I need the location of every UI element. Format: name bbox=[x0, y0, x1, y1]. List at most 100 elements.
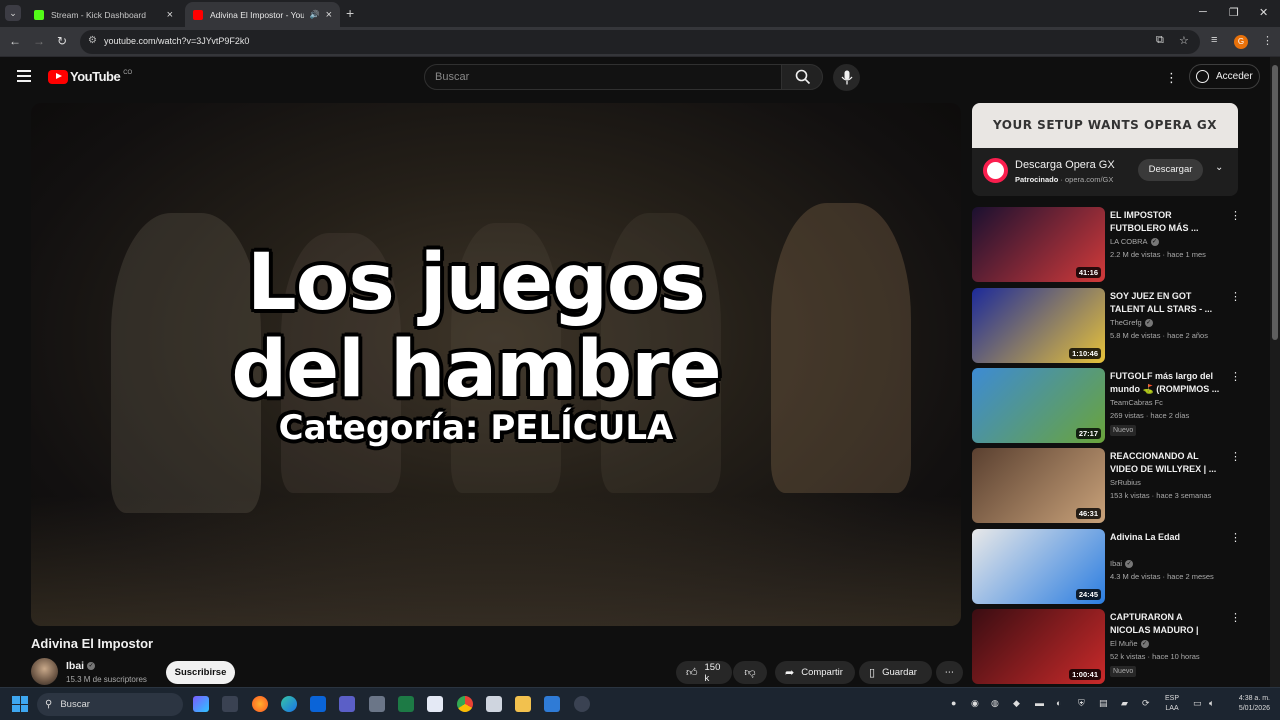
photos-icon[interactable] bbox=[427, 696, 443, 712]
volume-icon[interactable]: 🔈︎ bbox=[1209, 698, 1214, 709]
ad-card[interactable]: YOUR SETUP WANTS OPERA GX Descarga Opera… bbox=[972, 103, 1238, 196]
more-actions-button[interactable]: ⋯ bbox=[936, 661, 963, 684]
more-vertical-icon[interactable]: ⋮ bbox=[1230, 290, 1241, 303]
speaker-icon[interactable]: 🔊 bbox=[310, 10, 320, 19]
rec-channel[interactable]: Ibai ✓ bbox=[1110, 559, 1134, 569]
rec-channel[interactable]: SrRubius bbox=[1110, 478, 1141, 487]
video-thumbnail[interactable]: 27:17 bbox=[972, 368, 1105, 443]
channel-name[interactable]: Ibai ✓ bbox=[66, 660, 96, 672]
site-info-icon[interactable]: ⚙ bbox=[88, 35, 97, 46]
chevron-down-icon[interactable]: ⌄ bbox=[1215, 162, 1223, 173]
new-tab-button[interactable]: + bbox=[346, 6, 354, 20]
rec-title[interactable]: REACCIONANDO AL VIDEO DE WILLYREX | ... bbox=[1110, 450, 1222, 476]
chrome-tray-icon[interactable]: ◐ bbox=[1056, 698, 1061, 708]
media-controls-icon[interactable]: ≡ bbox=[1211, 34, 1217, 46]
profile-avatar[interactable]: G bbox=[1234, 35, 1248, 49]
search-input[interactable] bbox=[435, 71, 765, 83]
sync-icon[interactable]: ⟳ bbox=[1142, 698, 1150, 709]
like-button[interactable]: 👍︎ 150 k bbox=[676, 661, 732, 684]
rec-channel[interactable]: El Muñe ✓ bbox=[1110, 639, 1149, 649]
share-button[interactable]: ➦ Compartir bbox=[775, 661, 855, 684]
bookmark-star-icon[interactable]: ☆ bbox=[1179, 34, 1189, 47]
monitor-app-icon[interactable] bbox=[544, 696, 560, 712]
page-scrollbar[interactable] bbox=[1270, 57, 1280, 687]
nvidia-icon[interactable]: ▰ bbox=[1121, 698, 1128, 709]
store-icon[interactable] bbox=[222, 696, 238, 712]
close-tab-icon[interactable]: × bbox=[167, 9, 173, 21]
video-thumbnail[interactable]: 1:00:41 bbox=[972, 609, 1105, 684]
sign-in-button[interactable]: Acceder bbox=[1189, 64, 1260, 89]
recommendation-item[interactable]: 1:10:46 SOY JUEZ EN GOT TALENT ALL STARS … bbox=[972, 288, 1242, 364]
more-vertical-icon[interactable]: ⋮ bbox=[1230, 370, 1241, 383]
video-thumbnail[interactable]: 41:16 bbox=[972, 207, 1105, 282]
chrome-icon[interactable] bbox=[457, 696, 473, 712]
tray-app-icon-3[interactable]: ▬ bbox=[1035, 698, 1044, 708]
reload-icon[interactable]: ↻ bbox=[57, 34, 67, 48]
rec-channel[interactable]: LA COBRA ✓ bbox=[1110, 237, 1159, 247]
edge-icon[interactable] bbox=[281, 696, 297, 712]
back-icon[interactable]: ← bbox=[9, 34, 21, 48]
address-bar[interactable]: ⚙ youtube.com/watch?v=3JYvtP9F2k0 bbox=[80, 30, 1200, 54]
steam-icon[interactable]: ◉ bbox=[971, 698, 979, 709]
rec-channel[interactable]: TheGrefg ✓ bbox=[1110, 318, 1153, 328]
install-app-icon[interactable]: ⧉ bbox=[1156, 34, 1164, 47]
file-explorer-icon[interactable] bbox=[515, 696, 531, 712]
windows-start-icon[interactable] bbox=[12, 696, 28, 712]
copilot-icon[interactable] bbox=[193, 696, 209, 712]
tab-kick-dashboard[interactable]: Stream - Kick Dashboard × bbox=[26, 2, 181, 27]
chrome-menu-icon[interactable]: ⋮ bbox=[1262, 34, 1273, 47]
more-vertical-icon[interactable]: ⋮ bbox=[1230, 611, 1241, 624]
outlook-icon[interactable] bbox=[310, 696, 326, 712]
search-button[interactable] bbox=[781, 64, 823, 90]
minimize-button[interactable]: ─ bbox=[1199, 6, 1207, 18]
rec-title[interactable]: Adivina La Edad bbox=[1110, 531, 1222, 544]
tray-app-icon-4[interactable]: ▤ bbox=[1099, 698, 1108, 709]
firefox-icon[interactable] bbox=[252, 696, 268, 712]
recommendation-item[interactable]: 24:45 Adivina La Edad Ibai ✓ 4.3 M de vistas… bbox=[972, 529, 1242, 605]
more-vertical-icon[interactable]: ⋮ bbox=[1230, 531, 1241, 544]
settings-menu-icon[interactable]: ⋮ bbox=[1165, 70, 1178, 86]
rec-title[interactable]: CAPTURARON A NICOLAS MADURO | Recuento, … bbox=[1110, 611, 1222, 638]
recommendation-item[interactable]: 46:31 REACCIONANDO AL VIDEO DE WILLYREX |… bbox=[972, 448, 1242, 524]
recommendation-item[interactable]: 1:00:41 CAPTURARON A NICOLAS MADURO | Rec… bbox=[972, 609, 1242, 685]
tab-search-icon[interactable]: ⌄ bbox=[5, 5, 21, 21]
rec-channel[interactable]: TeamCabras Fc bbox=[1110, 398, 1163, 407]
ad-download-button[interactable]: Descargar bbox=[1138, 159, 1203, 181]
video-thumbnail[interactable]: 1:10:46 bbox=[972, 288, 1105, 363]
voice-search-button[interactable] bbox=[833, 64, 860, 91]
forward-icon[interactable]: → bbox=[33, 34, 45, 48]
taskbar-search[interactable]: ⚲ Buscar bbox=[37, 693, 183, 716]
close-window-button[interactable]: ✕ bbox=[1259, 6, 1268, 19]
search-box[interactable] bbox=[424, 64, 782, 90]
video-player[interactable]: Los juegos del hambre Categoría: PELÍCUL… bbox=[31, 103, 961, 626]
guide-menu-icon[interactable] bbox=[17, 70, 31, 82]
more-vertical-icon[interactable]: ⋮ bbox=[1230, 209, 1241, 222]
tab-youtube-video[interactable]: Adivina El Impostor - YouTu 🔊 × bbox=[185, 2, 340, 27]
tray-app-icon-2[interactable]: ◆ bbox=[1013, 698, 1020, 709]
channel-avatar[interactable] bbox=[31, 658, 58, 685]
close-tab-icon[interactable]: × bbox=[326, 9, 332, 21]
rec-title[interactable]: SOY JUEZ EN GOT TALENT ALL STARS - ... bbox=[1110, 290, 1222, 316]
teams-icon[interactable] bbox=[339, 696, 355, 712]
scrollbar-thumb[interactable] bbox=[1272, 65, 1278, 340]
recommendation-item[interactable]: 41:16 EL IMPOSTOR FUTBOLERO MÁS ... LA COB… bbox=[972, 207, 1242, 283]
restore-button[interactable]: ❐ bbox=[1229, 6, 1239, 19]
save-button[interactable]: ▯ Guardar bbox=[859, 661, 932, 684]
video-thumbnail[interactable]: 46:31 bbox=[972, 448, 1105, 523]
youtube-logo[interactable]: YouTube CO bbox=[48, 69, 132, 84]
tray-app-icon[interactable]: ● bbox=[951, 698, 956, 708]
recommendation-item[interactable]: 27:17 FUTGOLF más largo del mundo ⛳ (ROMP… bbox=[972, 368, 1242, 444]
network-icon[interactable]: ▭ bbox=[1193, 698, 1202, 709]
video-thumbnail[interactable]: 24:45 bbox=[972, 529, 1105, 604]
more-vertical-icon[interactable]: ⋮ bbox=[1230, 450, 1241, 463]
defender-icon[interactable]: ⛨ bbox=[1078, 698, 1085, 709]
discord-icon[interactable]: ◍ bbox=[991, 698, 999, 709]
rec-title[interactable]: FUTGOLF más largo del mundo ⛳ (ROMPIMOS … bbox=[1110, 370, 1222, 396]
dislike-button[interactable]: 👎︎ bbox=[733, 661, 767, 684]
rec-title[interactable]: EL IMPOSTOR FUTBOLERO MÁS ... bbox=[1110, 209, 1222, 235]
ad-title[interactable]: Descarga Opera GX bbox=[1015, 159, 1115, 171]
calculator-icon[interactable] bbox=[369, 696, 385, 712]
obs-icon[interactable] bbox=[574, 696, 590, 712]
notepad-icon[interactable] bbox=[486, 696, 502, 712]
clock[interactable]: 4:38 a. m. 5/01/2026 bbox=[1228, 694, 1270, 714]
